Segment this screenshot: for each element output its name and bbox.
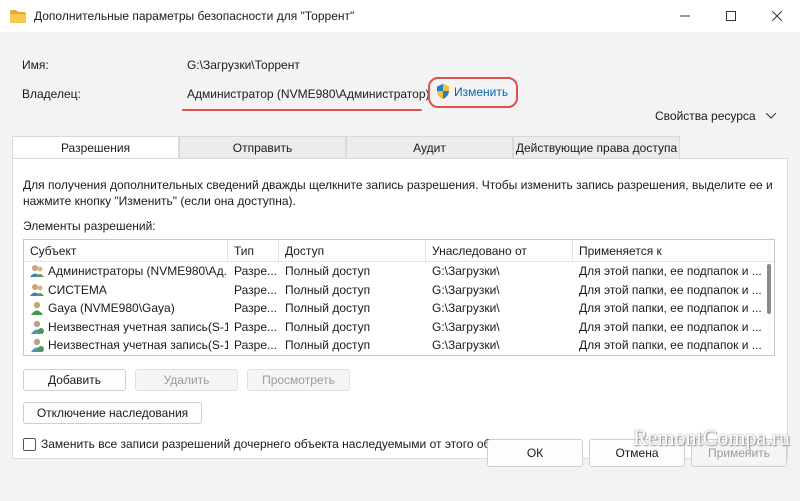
access-text: Полный доступ (285, 338, 371, 353)
tab-audit[interactable]: Аудит (346, 136, 513, 158)
subject-text: Неизвестная учетная запись(S-1... (48, 338, 228, 353)
owner-value: Администратор (NVME980\Администратор) (187, 87, 430, 101)
table-row[interactable]: Неизвестная учетная запись(S-1... Разре.… (24, 318, 774, 337)
column-header-subject[interactable]: Субъект (24, 240, 228, 261)
subject-text: Администраторы (NVME980\Ад... (48, 264, 228, 279)
table-row[interactable]: СИСТЕМА Разре... Полный доступ G:\Загруз… (24, 281, 774, 300)
table-row[interactable]: Администраторы (NVME980\Ад... Разре... П… (24, 262, 774, 281)
inherited-text: G:\Загрузки\ (432, 301, 500, 316)
applies-text: Для этой папки, ее подпапок и ... (579, 282, 762, 297)
table-row[interactable]: Неизвестная учетная запись(S-1... Разре.… (24, 336, 774, 355)
name-value: G:\Загрузки\Торрент (187, 58, 300, 72)
type-text: Разре... (234, 338, 277, 353)
permission-entries-list[interactable]: Субъект Тип Доступ Унаследовано от Приме… (23, 239, 775, 356)
unknown-user-icon (31, 320, 44, 334)
applies-text: Для этой папки, ее подпапок и ... (579, 338, 762, 353)
tab-send[interactable]: Отправить (179, 136, 346, 158)
ok-button[interactable]: ОК (487, 439, 583, 467)
add-button[interactable]: Добавить (23, 369, 126, 391)
type-text: Разре... (234, 301, 277, 316)
unknown-user-icon (31, 339, 44, 353)
change-owner-link[interactable]: Изменить (436, 84, 508, 99)
applies-text: Для этой папки, ее подпапок и ... (579, 264, 762, 279)
group-icon (30, 283, 44, 296)
permissions-panel: Для получения дополнительных сведений дв… (12, 158, 788, 459)
resource-properties-label: Свойства ресурса (655, 109, 756, 123)
subject-text: Неизвестная учетная запись(S-1... (48, 319, 228, 334)
access-text: Полный доступ (285, 301, 371, 316)
window-title: Дополнительные параметры безопасности дл… (34, 9, 355, 23)
replace-child-permissions-checkbox[interactable] (23, 437, 36, 451)
access-text: Полный доступ (285, 264, 371, 279)
shield-icon (437, 84, 449, 99)
tab-bar: Разрешения Отправить Аудит Действующие п… (12, 136, 788, 159)
column-header-inherited[interactable]: Унаследовано от (426, 240, 573, 261)
watermark: RemontCompa.ru (633, 425, 791, 450)
tab-permissions[interactable]: Разрешения (12, 136, 179, 159)
access-text: Полный доступ (285, 319, 371, 334)
inherited-text: G:\Загрузки\ (432, 338, 500, 353)
tab-effective-access[interactable]: Действующие права доступа (513, 136, 680, 158)
owner-label: Владелец: (22, 87, 81, 101)
permission-entries-label: Элементы разрешений: (23, 219, 156, 233)
chevron-down-icon (765, 113, 776, 119)
type-text: Разре... (234, 264, 277, 279)
column-header-applies[interactable]: Применяется к (573, 240, 773, 261)
table-row[interactable]: Gaya (NVME980\Gaya) Разре... Полный дост… (24, 299, 774, 318)
subject-text: СИСТЕМА (48, 282, 107, 297)
list-scrollbar[interactable] (767, 264, 771, 314)
applies-text: Для этой папки, ее подпапок и ... (579, 301, 762, 316)
group-icon (30, 265, 44, 278)
user-icon (31, 302, 43, 316)
applies-text: Для этой папки, ее подпапок и ... (579, 319, 762, 334)
minimize-icon[interactable] (662, 0, 708, 32)
inherited-text: G:\Загрузки\ (432, 282, 500, 297)
column-header-access[interactable]: Доступ (279, 240, 426, 261)
disable-inheritance-button[interactable]: Отключение наследования (23, 402, 202, 424)
type-text: Разре... (234, 319, 277, 334)
name-label: Имя: (22, 58, 49, 72)
change-owner-label: Изменить (454, 84, 509, 99)
remove-button[interactable]: Удалить (135, 369, 238, 391)
inherited-text: G:\Загрузки\ (432, 264, 500, 279)
panel-description: Для получения дополнительных сведений дв… (23, 178, 773, 208)
column-header-type[interactable]: Тип (228, 240, 279, 261)
maximize-icon[interactable] (708, 0, 754, 32)
folder-icon (10, 9, 26, 23)
subject-text: Gaya (NVME980\Gaya) (48, 301, 175, 316)
owner-underline-annotation (182, 109, 422, 111)
view-button[interactable]: Просмотреть (247, 369, 350, 391)
close-icon[interactable] (754, 0, 800, 32)
type-text: Разре... (234, 282, 277, 297)
list-header: Субъект Тип Доступ Унаследовано от Приме… (24, 240, 774, 262)
title-bar: Дополнительные параметры безопасности дл… (0, 0, 800, 32)
inherited-text: G:\Загрузки\ (432, 319, 500, 334)
replace-child-permissions-label: Заменить все записи разрешений дочернего… (41, 437, 522, 451)
replace-child-permissions-option[interactable]: Заменить все записи разрешений дочернего… (23, 437, 522, 451)
access-text: Полный доступ (285, 282, 371, 297)
resource-properties-toggle[interactable]: Свойства ресурса (655, 109, 776, 123)
